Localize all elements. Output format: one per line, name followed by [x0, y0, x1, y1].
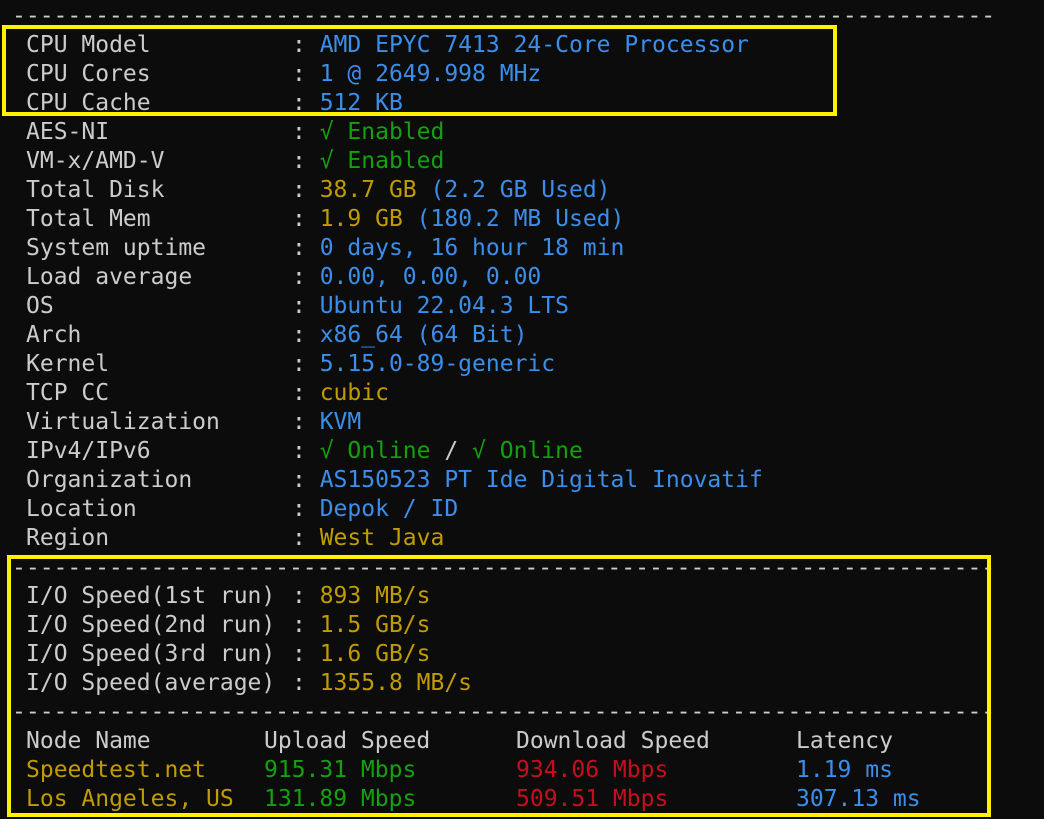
- sysinfo-row: Total Mem: 1.9 GB (180.2 MB Used): [26, 205, 624, 234]
- sysinfo-row: OS: Ubuntu 22.04.3 LTS: [26, 292, 569, 321]
- sysinfo-value: x86_64 (64 Bit): [319, 322, 528, 348]
- sysinfo-row: Kernel: 5.15.0-89-generic: [26, 350, 555, 379]
- sysinfo-row: Total Disk: 38.7 GB (2.2 GB Used): [26, 176, 611, 205]
- sysinfo-value: AS150523 PT Ide Digital Inovatif: [319, 467, 763, 493]
- sysinfo-label: Load average: [26, 264, 193, 290]
- sysinfo-value: 0 days, 16 hour 18 min: [319, 235, 625, 261]
- separator: :: [292, 264, 320, 290]
- sysinfo-value: KVM: [319, 409, 362, 435]
- sysinfo-label: OS: [26, 293, 54, 319]
- sysinfo-value: 0.00, 0.00, 0.00: [319, 264, 542, 290]
- sysinfo-label: Arch: [26, 322, 82, 348]
- sysinfo-row: IPv4/IPv6: √ Online / √ Online: [26, 437, 583, 466]
- separator: :: [292, 525, 320, 551]
- sysinfo-row: AES-NI: √ Enabled: [26, 118, 444, 147]
- sysinfo-value: 5.15.0-89-generic: [319, 351, 556, 377]
- separator: :: [292, 351, 320, 377]
- sysinfo-label: System uptime: [26, 235, 207, 261]
- sysinfo-label: Total Disk: [26, 177, 165, 203]
- sysinfo-value: Ubuntu 22.04.3 LTS: [319, 293, 569, 319]
- sysinfo-value: 1.9 GB: [319, 206, 403, 232]
- sysinfo-value-secondary: √ Online: [472, 438, 583, 464]
- sysinfo-row: TCP CC: cubic: [26, 379, 389, 408]
- sysinfo-row: Organization: AS150523 PT Ide Digital In…: [26, 466, 763, 495]
- sysinfo-row: Region: West Java: [26, 524, 444, 553]
- sysinfo-row: Location: Depok / ID: [26, 495, 458, 524]
- sysinfo-value: Depok / ID: [319, 496, 459, 522]
- sysinfo-value: West Java: [319, 525, 445, 551]
- separator: :: [292, 467, 320, 493]
- value-separator: /: [430, 438, 473, 464]
- separator: :: [292, 177, 320, 203]
- separator: :: [292, 235, 320, 261]
- sysinfo-label: Kernel: [26, 351, 110, 377]
- sysinfo-value: √ Enabled: [319, 119, 445, 145]
- separator: :: [292, 148, 320, 174]
- separator: :: [292, 206, 320, 232]
- sysinfo-label: TCP CC: [26, 380, 110, 406]
- sysinfo-value: √ Online: [319, 438, 431, 464]
- separator: :: [292, 119, 320, 145]
- separator: :: [292, 438, 320, 464]
- sysinfo-value: 38.7 GB: [319, 177, 417, 203]
- separator: :: [292, 293, 320, 319]
- sysinfo-value-secondary: (2.2 GB Used): [430, 177, 611, 203]
- top-rule: ----------------------------------------…: [12, 8, 992, 24]
- sysinfo-value: √ Enabled: [319, 148, 445, 174]
- separator: :: [292, 496, 320, 522]
- sysinfo-row: System uptime: 0 days, 16 hour 18 min: [26, 234, 624, 263]
- sysinfo-row: Arch: x86_64 (64 Bit): [26, 321, 527, 350]
- separator: :: [292, 380, 320, 406]
- sysinfo-label: VM-x/AMD-V: [26, 148, 165, 174]
- sysinfo-row: VM-x/AMD-V: √ Enabled: [26, 147, 444, 176]
- sysinfo-value-secondary: (180.2 MB Used): [416, 206, 625, 232]
- sysinfo-label: Location: [26, 496, 137, 522]
- sysinfo-row: Virtualization: KVM: [26, 408, 361, 437]
- sysinfo-label: Organization: [26, 467, 193, 493]
- sysinfo-label: Region: [26, 525, 110, 551]
- sysinfo-label: Virtualization: [26, 409, 220, 435]
- separator: :: [292, 409, 320, 435]
- sysinfo-label: Total Mem: [26, 206, 151, 232]
- highlight-box-cpu: [2, 25, 837, 116]
- separator: :: [292, 322, 320, 348]
- sysinfo-value: cubic: [319, 380, 389, 406]
- sysinfo-label: IPv4/IPv6: [26, 438, 151, 464]
- sysinfo-label: AES-NI: [26, 119, 110, 145]
- sysinfo-row: Load average: 0.00, 0.00, 0.00: [26, 263, 541, 292]
- highlight-box-benchmark: [7, 555, 991, 817]
